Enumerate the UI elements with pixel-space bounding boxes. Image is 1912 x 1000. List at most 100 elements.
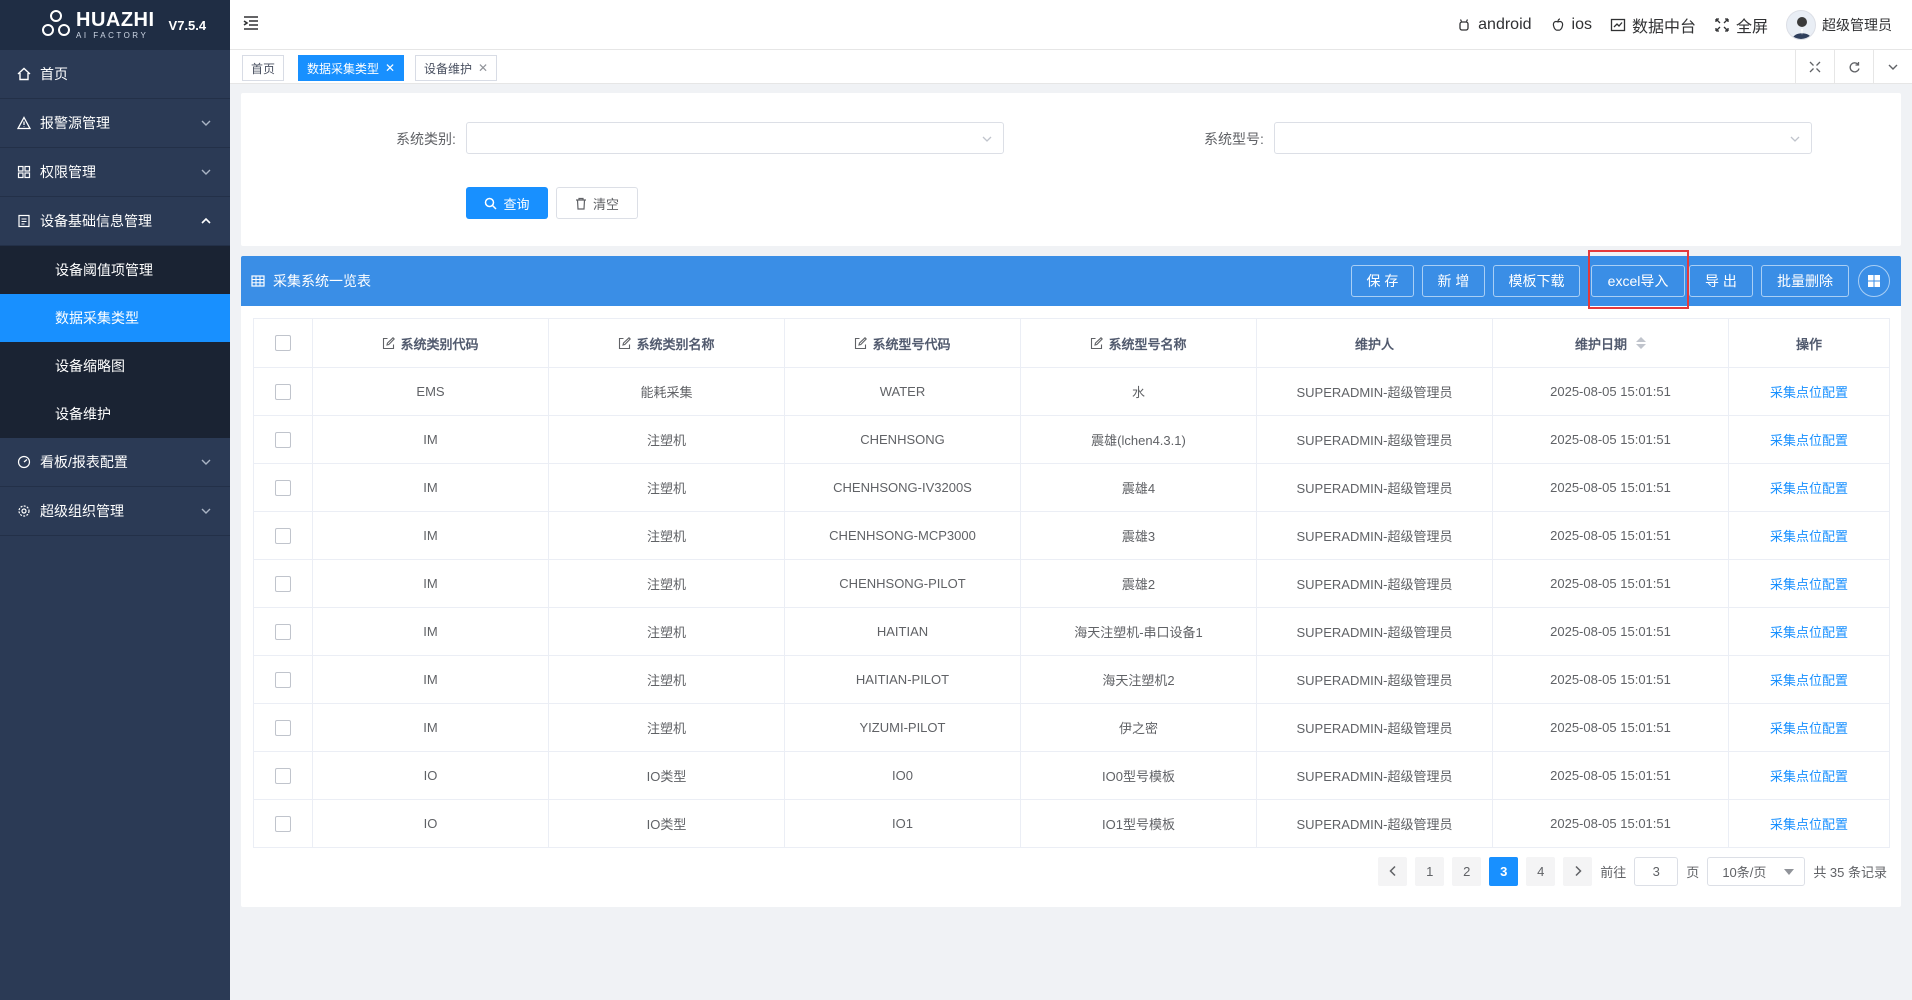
sidebar-item-super-org[interactable]: 超级组织管理: [0, 487, 230, 536]
goto-label: 前往: [1600, 864, 1627, 880]
top-header: android ios 数据中台 全屏 超级管理员: [230, 0, 1912, 50]
table-cell-maintainer: SUPERADMIN-超级管理员: [1256, 751, 1493, 800]
table-header-row: 系统类别代码 系统类别名称 系统型号代码 系统型号名称 维护人 维护日期 操作: [253, 318, 1890, 368]
tab-label: 首页: [251, 61, 276, 76]
column-header[interactable]: 系统类别代码: [312, 318, 549, 368]
sort-icon[interactable]: [1636, 337, 1646, 349]
point-config-link[interactable]: 采集点位配置: [1770, 769, 1848, 784]
chevron-down-icon: [982, 136, 992, 142]
table-cell-model-code: HAITIAN-PILOT: [784, 655, 1021, 704]
point-config-link[interactable]: 采集点位配置: [1770, 721, 1848, 736]
row-select-cell: [253, 703, 313, 752]
sidebar-subitem-device-thumbnail[interactable]: 设备缩略图: [0, 342, 230, 390]
column-header[interactable]: 系统型号代码: [784, 318, 1021, 368]
sys-model-select[interactable]: [1274, 122, 1812, 154]
row-checkbox[interactable]: [275, 719, 291, 736]
point-config-link[interactable]: 采集点位配置: [1770, 385, 1848, 400]
template-download-label: 模板下载: [1508, 273, 1565, 289]
table-cell-type-code: IM: [312, 463, 549, 512]
save-button[interactable]: 保 存: [1351, 265, 1414, 297]
tabs-dropdown-button[interactable]: [1873, 50, 1912, 84]
column-header[interactable]: 系统型号名称: [1020, 318, 1257, 368]
fullscreen-label: 全屏: [1735, 19, 1768, 36]
fullscreen-button[interactable]: 全屏: [1714, 13, 1768, 37]
page-number: 2: [1463, 863, 1471, 879]
next-page-button[interactable]: [1563, 856, 1593, 886]
table-cell-date: 2025-08-05 15:01:51: [1492, 511, 1729, 560]
row-checkbox[interactable]: [275, 431, 291, 448]
row-checkbox[interactable]: [275, 671, 291, 688]
page-button-1[interactable]: 1: [1415, 856, 1445, 886]
query-button[interactable]: 查询: [466, 187, 548, 219]
table-panel: 采集系统一览表 保 存 新 增 模板下载 excel导入 导 出 批量删除 系统…: [241, 250, 1901, 907]
page-button-4[interactable]: 4: [1526, 856, 1556, 886]
page-size-select[interactable]: 10条/页: [1707, 856, 1806, 886]
table-cell-maintainer: SUPERADMIN-超级管理员: [1256, 463, 1493, 512]
close-icon[interactable]: ✕: [478, 61, 488, 75]
point-config-link[interactable]: 采集点位配置: [1770, 817, 1848, 832]
sidebar-item-label: 设备缩略图: [55, 358, 125, 374]
refresh-button[interactable]: [1834, 50, 1873, 84]
sidebar-item-device-info[interactable]: 设备基础信息管理: [0, 197, 230, 246]
avatar: [1786, 10, 1816, 40]
row-checkbox[interactable]: [275, 383, 291, 400]
excel-import-button[interactable]: excel导入: [1591, 265, 1685, 297]
query-label: 查询: [503, 196, 530, 212]
home-icon: [16, 66, 32, 82]
tab-data-collection-type[interactable]: 数据采集类型 ✕: [298, 55, 405, 81]
row-checkbox[interactable]: [275, 479, 291, 496]
maximize-button[interactable]: [1795, 50, 1834, 84]
menu-toggle-icon[interactable]: [242, 14, 260, 32]
table-row: IM 注塑机 HAITIAN-PILOT 海天注塑机2 SUPERADMIN-超级管理员…: [253, 655, 1890, 704]
row-checkbox[interactable]: [275, 575, 291, 592]
prev-page-button[interactable]: [1378, 856, 1408, 886]
save-label: 保 存: [1366, 273, 1399, 289]
sidebar-item-alarm-source[interactable]: 报警源管理: [0, 99, 230, 148]
table-cell-operation: 采集点位配置: [1728, 559, 1890, 608]
sidebar-subitem-threshold[interactable]: 设备阈值项管理: [0, 246, 230, 294]
column-header-sortable[interactable]: 维护日期: [1492, 318, 1729, 368]
add-label: 新 增: [1437, 273, 1470, 289]
point-config-link[interactable]: 采集点位配置: [1770, 529, 1848, 544]
point-config-link[interactable]: 采集点位配置: [1770, 433, 1848, 448]
row-checkbox[interactable]: [275, 815, 291, 832]
batch-delete-button[interactable]: 批量删除: [1761, 265, 1849, 297]
table-row: IO IO类型 IO0 IO0型号模板 SUPERADMIN-超级管理员 2025-08-…: [253, 751, 1890, 800]
point-config-link[interactable]: 采集点位配置: [1770, 577, 1848, 592]
close-icon[interactable]: ✕: [385, 61, 395, 75]
ios-link[interactable]: ios: [1550, 16, 1592, 34]
sidebar-subitem-data-collection-type[interactable]: 数据采集类型: [0, 294, 230, 342]
user-menu[interactable]: 超级管理员: [1786, 10, 1892, 40]
layout-toggle-button[interactable]: [1858, 265, 1890, 297]
template-download-button[interactable]: 模板下载: [1493, 265, 1580, 297]
android-link[interactable]: android: [1456, 16, 1532, 34]
export-button[interactable]: 导 出: [1689, 265, 1753, 297]
table-cell-model-name: 震雄4: [1020, 463, 1257, 512]
table-cell-model-code: CHENHSONG-MCP3000: [784, 511, 1021, 560]
select-all-checkbox[interactable]: [275, 335, 291, 352]
sidebar-subitem-device-maintenance[interactable]: 设备维护: [0, 390, 230, 438]
sidebar-item-dashboard-config[interactable]: 看板/报表配置: [0, 438, 230, 487]
goto-page-input[interactable]: 3: [1634, 856, 1679, 886]
data-center-link[interactable]: 数据中台: [1610, 13, 1696, 37]
point-config-link[interactable]: 采集点位配置: [1770, 673, 1848, 688]
row-checkbox[interactable]: [275, 527, 291, 544]
column-header[interactable]: 系统类别名称: [548, 318, 785, 368]
page-button-2[interactable]: 2: [1452, 856, 1482, 886]
sidebar-item-permissions[interactable]: 权限管理: [0, 148, 230, 197]
tab-home[interactable]: 首页: [242, 55, 285, 81]
row-checkbox[interactable]: [275, 623, 291, 640]
table-cell-model-name: 震雄(lchen4.3.1): [1020, 415, 1257, 464]
add-button[interactable]: 新 增: [1422, 265, 1485, 297]
table-cell-date: 2025-08-05 15:01:51: [1492, 703, 1729, 752]
clear-button[interactable]: 清空: [556, 187, 638, 219]
page-button-3[interactable]: 3: [1489, 856, 1519, 886]
row-select-cell: [253, 367, 313, 416]
tab-device-maintenance[interactable]: 设备维护 ✕: [415, 55, 498, 81]
row-checkbox[interactable]: [275, 767, 291, 784]
compress-icon: [1809, 61, 1821, 73]
sys-type-select[interactable]: [466, 122, 1004, 154]
sidebar-item-home[interactable]: 首页: [0, 50, 230, 99]
point-config-link[interactable]: 采集点位配置: [1770, 481, 1848, 496]
point-config-link[interactable]: 采集点位配置: [1770, 625, 1848, 640]
